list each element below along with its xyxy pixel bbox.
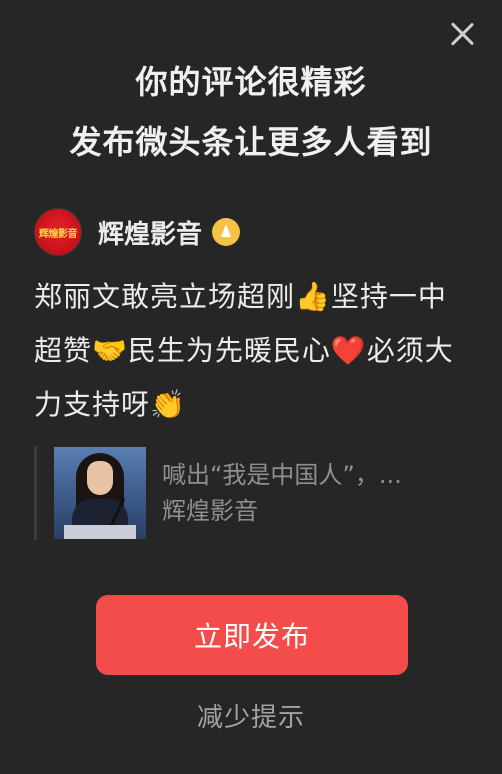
publish-button[interactable]: 立即发布: [96, 595, 408, 675]
quoted-post[interactable]: 喊出“我是中国人”，... 辉煌影音: [34, 446, 474, 540]
title-line-2: 发布微头条让更多人看到: [69, 123, 433, 161]
publish-prompt-dialog: 你的评论很精彩 发布微头条让更多人看到 辉煌影音 辉煌影音 郑丽文敢亮立场超刚👍…: [0, 0, 502, 774]
comment-text: 郑丽文敢亮立场超刚👍坚持一中超赞🤝民生为先暖民心❤️必须大力支持呀👏: [34, 280, 454, 421]
title-line-1: 你的评论很精彩: [135, 63, 367, 101]
quoted-post-source: 辉煌影音: [162, 497, 258, 525]
avatar: 辉煌影音: [34, 208, 82, 256]
author-row: 辉煌影音 辉煌影音: [34, 208, 241, 256]
avatar-logo-text: 辉煌影音: [39, 229, 78, 240]
quoted-post-text: 喊出“我是中国人”，... 辉煌影音: [162, 457, 402, 529]
verified-badge-icon: [212, 218, 241, 246]
quote-divider: [34, 446, 37, 540]
reduce-prompts-link[interactable]: 减少提示: [0, 697, 502, 734]
author-name: 辉煌影音: [98, 219, 203, 250]
post-thumbnail: [54, 447, 146, 539]
dialog-title: 你的评论很精彩 发布微头条让更多人看到: [0, 52, 502, 172]
close-icon[interactable]: [448, 20, 476, 48]
quoted-post-title: 喊出“我是中国人”，...: [162, 461, 402, 489]
